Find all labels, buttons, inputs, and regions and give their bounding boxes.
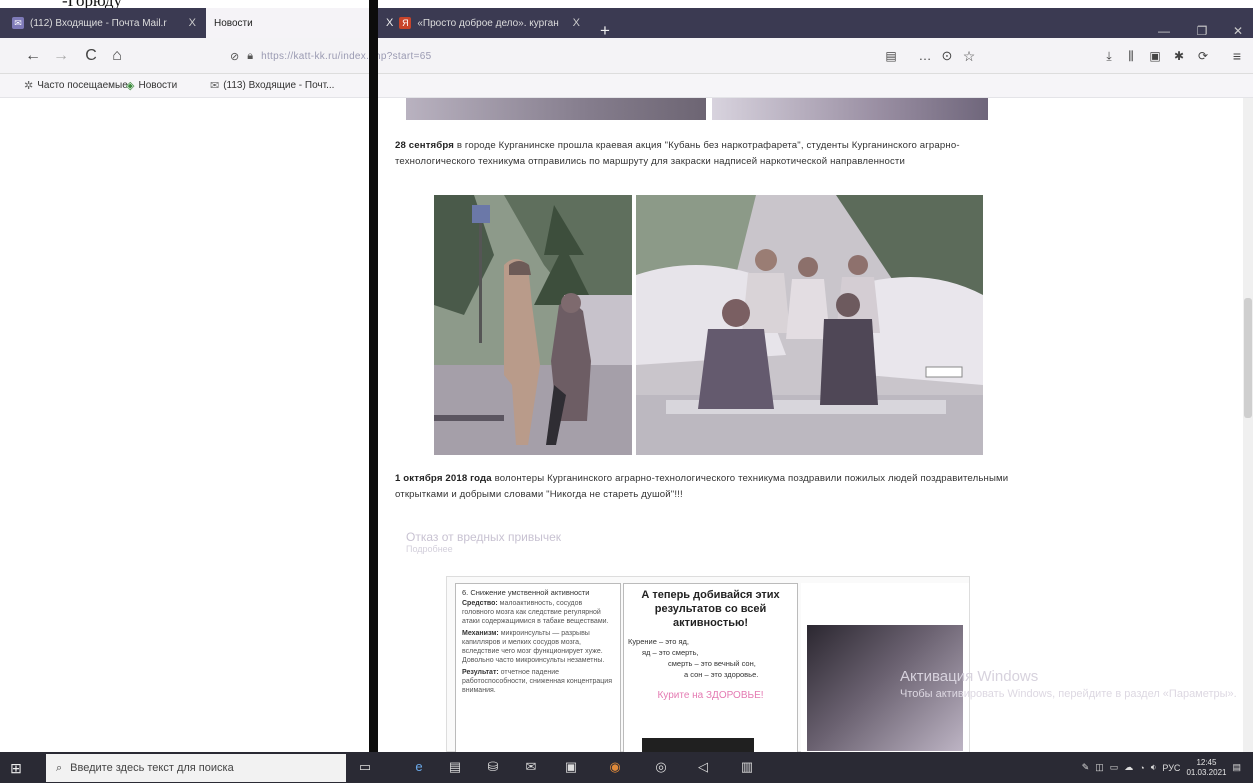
pocket-icon[interactable]: ⊙	[936, 38, 958, 74]
store-bag-icon[interactable]: ⛁	[484, 758, 502, 776]
cloud-icon[interactable]: ☁	[1124, 762, 1133, 773]
forward-icon[interactable]: →	[50, 38, 72, 74]
document-strip: -Горюду	[0, 0, 1253, 10]
sync-icon[interactable]: ⟳	[1192, 38, 1214, 74]
taskbar-search-placeholder: Введите здесь текст для поиска	[70, 762, 234, 774]
poster-item: Результат: отчетное падение работоспособ…	[462, 669, 612, 694]
clock-time: 12:45	[1196, 757, 1217, 767]
photos-icon[interactable]: ▣	[562, 758, 580, 776]
bookmarks-bar: ✲ Часто посещаемые ◈ Новости ✉ (113) Вхо…	[0, 74, 1253, 98]
menu-icon[interactable]: ≡	[1226, 38, 1248, 74]
edge-icon[interactable]: e	[410, 758, 428, 776]
mail-tab-icon: ✉	[12, 17, 24, 29]
photo-volunteers-street	[434, 195, 632, 455]
home-icon[interactable]: ⌂	[106, 38, 128, 74]
news-paragraph-2: 1 октября 2018 года волонтеры Курганинск…	[395, 471, 1025, 503]
yandex-tab-icon: Я	[399, 17, 412, 29]
poster-slogan: А теперь добивайся этих результатов со в…	[641, 589, 780, 629]
back-icon[interactable]: ←	[22, 38, 44, 74]
extension-icon[interactable]: ✱	[1168, 38, 1190, 74]
tab-title: Новости	[214, 17, 253, 29]
pen-icon[interactable]: ✎	[1082, 762, 1090, 773]
network-icon[interactable]: ◫	[1095, 762, 1104, 773]
photo-group-bench	[636, 195, 983, 455]
read-more-link[interactable]: Подробнее	[406, 544, 453, 554]
bookmark-frequent[interactable]: ✲ Часто посещаемые	[24, 74, 128, 98]
arrow-app-icon[interactable]: ◁	[694, 758, 712, 776]
poster-dark-strip	[642, 738, 754, 752]
volume-icon[interactable]: 🔉︎	[1151, 762, 1157, 773]
mail-icon: ✉	[210, 80, 220, 92]
taskbar-search-box[interactable]: ⌕ Введите здесь текст для поиска	[46, 754, 346, 782]
tab-news[interactable]: Новости	[206, 8, 369, 38]
poster-pink-caption: Курите на ЗДОРОВЬЕ!	[657, 690, 764, 701]
sidebar-icon[interactable]: ▣	[1144, 38, 1166, 74]
windows-activation-title: Активация Windows	[900, 668, 1039, 685]
scrollbar-thumb[interactable]	[1244, 298, 1252, 418]
word-icon[interactable]: ▥	[738, 758, 756, 776]
windows-activation-text: Чтобы активировать Windows, перейдите в …	[900, 688, 1237, 700]
notification-icon[interactable]: ▤	[1232, 762, 1241, 773]
gear-icon: ✲	[24, 80, 34, 92]
photo-top-right	[712, 98, 988, 120]
language-indicator[interactable]: РУС	[1162, 763, 1180, 773]
tab-close-icon[interactable]: X	[386, 17, 393, 29]
tab-mail[interactable]: ✉ (112) Входящие - Почта Mail.r X	[4, 8, 204, 38]
shield-icon: ⊘	[230, 50, 240, 63]
tab-close-icon[interactable]: X	[573, 17, 580, 29]
tab-title: «Просто доброе дело». курган	[417, 17, 559, 29]
poster-heading: 6. Снижение умственной активности	[462, 588, 590, 597]
vertical-divider	[369, 0, 378, 752]
bookmark-inbox[interactable]: ✉ (113) Входящие - Почт...	[210, 74, 334, 98]
bookmark-label: Часто посещаемые	[37, 80, 128, 91]
poster-item: Средство: малоактивность, сосудов головн…	[462, 600, 609, 625]
battery-icon[interactable]: ▭	[1110, 762, 1119, 773]
taskbar-clock[interactable]: 12:45 01.03.2021	[1186, 758, 1226, 778]
reader-view-icon[interactable]: ▤	[880, 38, 902, 74]
mail-app-icon[interactable]: ✉	[522, 758, 540, 776]
bookmark-star-icon[interactable]: ☆	[958, 38, 980, 74]
lock-icon: 🔒︎	[247, 49, 254, 62]
url-text: https://katt-kk.ru/index.php?start=65	[261, 50, 432, 62]
poster-poem: Курение – это яд, яд – это смерть, смерт…	[628, 637, 759, 679]
page-content: 28 сентября в городе Курганинске прошла …	[378, 98, 1253, 752]
store-icon[interactable]: ▤	[446, 758, 464, 776]
anti-smoking-poster: 6. Снижение умственной активности Средст…	[446, 576, 970, 752]
poster-item: Механизм: микроинсульты — разрывы капилл…	[462, 630, 605, 664]
news-date: 1 октября 2018 года	[395, 473, 492, 484]
bookmark-label: Новости	[138, 80, 178, 91]
address-bar[interactable]: ⊘ 🔒︎ https://katt-kk.ru/index.php?start=…	[230, 46, 910, 66]
task-view-icon[interactable]: ▭	[356, 758, 374, 776]
browser-tab-bar: ✉ (112) Входящие - Почта Mail.r X Новост…	[0, 8, 1253, 40]
clock-date: 01.03.2021	[1186, 767, 1227, 777]
bookmark-label: (113) Входящие - Почт...	[223, 80, 335, 91]
wifi-icon[interactable]: ◔	[1139, 763, 1144, 773]
more-icon[interactable]: …	[914, 38, 936, 74]
poster-column-effects: 6. Снижение умственной активности Средст…	[455, 583, 621, 752]
page-scrollbar[interactable]	[1243, 98, 1253, 752]
system-tray: ✎ ◫ ▭ ☁ ◔ 🔉︎ РУС 12:45 01.03.2021 ▤	[1082, 752, 1241, 783]
article-title-muted[interactable]: Отказ от вредных привычек	[406, 530, 561, 544]
navigation-toolbar: ← → C ⌂ ⊘ 🔒︎ https://katt-kk.ru/index.ph…	[0, 38, 1253, 74]
rss-icon: ◈	[126, 80, 135, 92]
tab-good-deed[interactable]: X Я «Просто доброе дело». курган X	[378, 8, 588, 38]
tab-title: (112) Входящие - Почта Mail.r	[30, 17, 167, 29]
windows-taskbar: ⊞ ⌕ Введите здесь текст для поиска ▭ e ▤…	[0, 752, 1253, 783]
chrome-icon[interactable]: ◎	[652, 758, 670, 776]
firefox-icon[interactable]: ◉	[606, 758, 624, 776]
search-icon: ⌕	[56, 761, 63, 774]
news-text: в городе Курганинске прошла краевая акци…	[395, 140, 960, 167]
windows-start-icon[interactable]: ⊞	[8, 760, 24, 776]
news-paragraph-1: 28 сентября в городе Курганинске прошла …	[395, 138, 1025, 170]
tab-close-icon[interactable]: X	[189, 17, 196, 29]
library-icon[interactable]: ⫼	[1120, 38, 1142, 74]
photo-top-left	[406, 98, 706, 120]
bookmark-news[interactable]: ◈ Новости	[126, 74, 177, 98]
left-pane	[0, 98, 369, 752]
download-icon[interactable]: ⤓	[1098, 38, 1120, 74]
news-date: 28 сентября	[395, 140, 455, 151]
poster-column-slogan: А теперь добивайся этих результатов со в…	[623, 583, 798, 752]
reload-icon[interactable]: C	[80, 38, 102, 74]
